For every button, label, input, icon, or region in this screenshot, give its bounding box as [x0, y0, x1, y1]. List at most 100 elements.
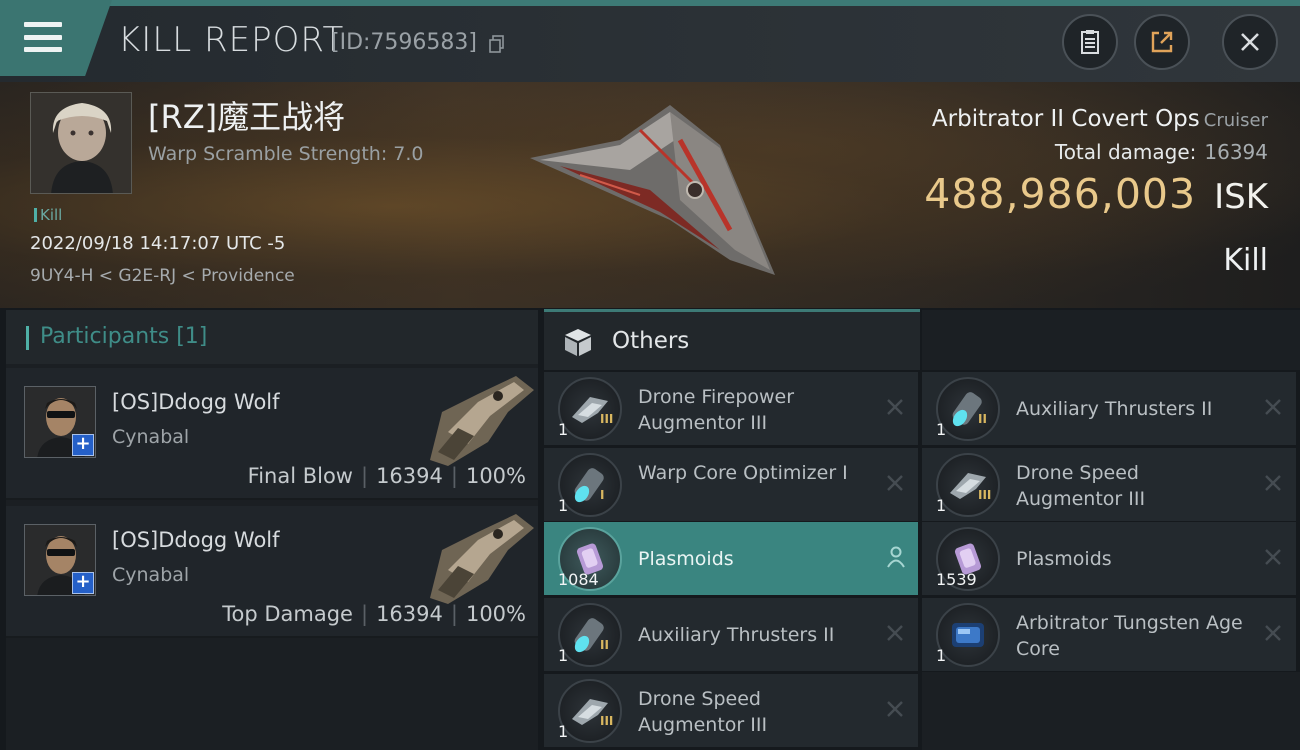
menu-button[interactable] [0, 0, 112, 76]
item-quantity: 1 [558, 722, 569, 741]
item-name: Drone Speed Augmentor III [638, 688, 768, 736]
items-list-empty-area [922, 672, 1300, 750]
participant-ship: Cynabal [112, 426, 190, 448]
participant-percent: 100% [465, 602, 526, 626]
participant-row[interactable]: + [OS]Ddogg Wolf Cynabal Top Damage | 1639… [6, 506, 538, 638]
victim-ship-image [530, 105, 775, 275]
participant-stats: Final Blow | 16394 | 100% [247, 464, 526, 488]
isk-value-line: 488,986,003 ISK [924, 170, 1268, 218]
clipboard-icon [1081, 30, 1099, 54]
victim-portrait-image [31, 93, 131, 193]
ship-class: Cruiser [1203, 110, 1268, 131]
item-name: Arbitrator Tungsten Age Core [1016, 612, 1243, 660]
item-row[interactable]: 1 I Warp Core Optimizer I [544, 448, 918, 521]
participants-title: Participants [1] [40, 324, 208, 349]
item-name: Warp Core Optimizer I [638, 462, 848, 484]
plus-icon[interactable]: + [72, 572, 94, 594]
participant-stats: Top Damage | 16394 | 100% [222, 602, 526, 626]
destroyed-icon [1265, 475, 1281, 491]
item-row[interactable]: 1 III Drone Speed Augmentor III [544, 674, 918, 747]
kill-location: 9UY4-H < G2E-RJ < Providence [30, 266, 295, 286]
isk-unit: ISK [1214, 177, 1268, 217]
participants-header: Participants [1] [6, 310, 538, 364]
copy-icon[interactable] [489, 35, 505, 53]
item-name: Plasmoids [638, 548, 734, 570]
items-header-spacer [922, 310, 1300, 370]
participant-ship-image [430, 514, 534, 604]
item-quantity: 1 [558, 496, 569, 515]
item-name: Plasmoids [1016, 548, 1112, 570]
item-name: Auxiliary Thrusters II [1016, 398, 1213, 420]
kill-datetime: 2022/09/18 14:17:07 UTC -5 [30, 233, 286, 254]
participant-name: [OS]Ddogg Wolf [112, 390, 280, 414]
participants-panel: Participants [1] + [OS]Ddogg Wolf Cynaba… [6, 310, 538, 750]
item-quantity: 1 [936, 496, 947, 515]
destroyed-icon [1265, 549, 1281, 565]
destroyed-icon [887, 701, 903, 717]
isk-value: 488,986,003 [924, 170, 1197, 218]
total-damage-value: 16394 [1204, 140, 1268, 164]
item-name: Auxiliary Thrusters II [638, 624, 835, 646]
destroyed-icon [1265, 399, 1281, 415]
warp-scramble-strength: Warp Scramble Strength: 7.0 [148, 143, 424, 165]
share-icon [1151, 31, 1173, 53]
kill-tag: Kill [34, 206, 62, 224]
others-tab-accent [544, 309, 920, 312]
destroyed-icon [887, 625, 903, 641]
destroyed-icon [1265, 625, 1281, 641]
plus-icon[interactable]: + [72, 434, 94, 456]
destroyed-icon [887, 399, 903, 415]
item-row-selected[interactable]: 1084 Plasmoids [544, 522, 918, 595]
item-meta-level: II [600, 638, 609, 652]
item-quantity: 1 [558, 646, 569, 665]
item-meta-level: II [978, 412, 987, 426]
victim-name: [RZ]魔王战将 [148, 98, 346, 136]
others-tab[interactable] [544, 310, 920, 370]
clipboard-button[interactable] [1062, 14, 1118, 70]
total-damage: Total damage: 16394 [1055, 140, 1268, 164]
participant-percent: 100% [465, 464, 526, 488]
item-row[interactable]: 1 II Auxiliary Thrusters II [544, 598, 918, 671]
close-icon [1241, 33, 1259, 51]
participant-ship-image [430, 376, 534, 466]
item-row[interactable]: 1539 Plasmoids [922, 522, 1296, 595]
item-row[interactable]: 1 III Drone Speed Augmentor III [922, 448, 1296, 521]
item-row[interactable]: 1 II Auxiliary Thrusters II [922, 372, 1296, 445]
menu-icon [24, 22, 62, 52]
participant-row[interactable]: + [OS]Ddogg Wolf Cynabal Final Blow | 1639… [6, 368, 538, 500]
item-quantity: 1 [936, 646, 947, 665]
header-accent-line [0, 0, 1300, 6]
victim-ship-title: Arbitrator II Covert Ops Cruiser [932, 106, 1268, 132]
dropped-person-icon [887, 546, 905, 568]
total-damage-label: Total damage: [1054, 140, 1197, 164]
ship-name: Arbitrator II Covert Ops [931, 106, 1200, 132]
item-meta-level: III [978, 488, 992, 502]
item-name: Drone Firepower Augmentor III [638, 386, 795, 434]
item-row[interactable]: 1 III Drone Firepower Augmentor III [544, 372, 918, 445]
kill-result-label: Kill [1223, 243, 1268, 278]
item-meta-level: III [600, 714, 614, 728]
others-title: Others [612, 328, 690, 354]
item-meta-level: I [600, 488, 605, 502]
report-id: [ID:7596583] [331, 30, 477, 55]
page-title: KILL REPORT [118, 20, 345, 60]
kill-tag-label: Kill [40, 206, 63, 224]
item-quantity: 1 [936, 420, 947, 439]
item-quantity: 1084 [558, 570, 599, 589]
cargo-box-icon [565, 329, 591, 356]
participant-ship: Cynabal [112, 564, 190, 586]
participant-damage: 16394 [376, 602, 443, 626]
participant-role: Final Blow [247, 464, 353, 488]
destroyed-icon [887, 475, 903, 491]
item-quantity: 1 [558, 420, 569, 439]
item-meta-level: III [600, 412, 614, 426]
participant-name: [OS]Ddogg Wolf [112, 528, 280, 552]
victim-avatar[interactable] [30, 92, 132, 194]
kill-report-header: KILL REPORT [ID:7596583] [0, 0, 1300, 82]
close-button[interactable] [1222, 14, 1278, 70]
share-button[interactable] [1134, 14, 1190, 70]
item-quantity: 1539 [936, 570, 977, 589]
item-name: Drone Speed Augmentor III [1016, 462, 1146, 510]
item-row[interactable]: 1 Arbitrator Tungsten Age Core [922, 598, 1296, 671]
participant-role: Top Damage [222, 602, 353, 626]
